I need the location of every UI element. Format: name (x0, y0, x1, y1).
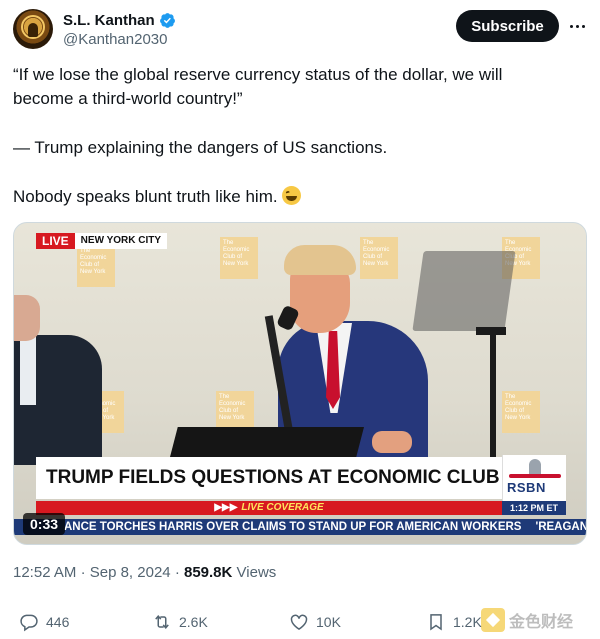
tweet-line-2: become a third-world country!” (13, 89, 243, 108)
tweet-date[interactable]: Sep 8, 2024 (90, 564, 171, 581)
ticker-item: ANCE TORCHES HARRIS OVER CLAIMS TO STAND… (64, 521, 522, 533)
author-handle[interactable]: @Kanthan2030 (63, 31, 167, 48)
network-logo: RSBN (502, 455, 566, 501)
tweet-line-3: — Trump explaining the dangers of US san… (13, 138, 388, 157)
more-dot (581, 24, 585, 28)
broadcast-clock: 1:12 PM ET (502, 501, 566, 515)
location-tag: NEW YORK CITY (74, 233, 168, 249)
watermark-logo-icon (481, 608, 505, 632)
left-figure-shirt (20, 335, 36, 405)
network-swoosh (509, 474, 561, 478)
tweet-time[interactable]: 12:52 AM (13, 564, 76, 581)
podium (170, 427, 364, 457)
author-name[interactable]: S.L. Kanthan (63, 12, 155, 29)
teleprompter-pole (490, 331, 496, 461)
tweet-meta: 12:52 AM · Sep 8, 2024 · 859.8K Views (13, 563, 276, 583)
bookmark-button[interactable]: 1.2K (426, 609, 482, 635)
backdrop-sign: The Economic Club of New York (502, 391, 540, 433)
news-ticker: ANCE TORCHES HARRIS OVER CLAIMS TO STAND… (14, 519, 587, 535)
tweet-text: “If we lose the global reserve currency … (13, 63, 573, 209)
subscribe-button[interactable]: Subscribe (456, 10, 559, 42)
live-coverage-label: LIVE COVERAGE (241, 502, 324, 513)
backdrop-sign: The Economic Club of New York (77, 245, 115, 287)
repost-icon (155, 615, 169, 629)
tweet-line-4-text: Nobody speaks blunt truth like him. (13, 187, 278, 206)
backdrop-sign: The Economic Club of New York (216, 391, 254, 433)
left-figure (14, 295, 102, 465)
tweet-header: S.L. Kanthan @Kanthan2030 Subscribe (13, 8, 587, 54)
reply-icon (20, 614, 38, 632)
speaker-hair (284, 245, 356, 275)
like-button[interactable]: 10K (289, 609, 341, 635)
meta-separator: · (80, 564, 86, 581)
meta-separator: · (174, 564, 180, 581)
more-dot (575, 24, 579, 28)
more-dot (569, 24, 573, 28)
live-tag: LIVE (36, 233, 75, 249)
reply-count: 446 (46, 614, 70, 630)
live-bug: LIVE NEW YORK CITY (36, 233, 168, 249)
avatar-figure (28, 23, 38, 37)
news-lower-third: TRUMP FIELDS QUESTIONS AT ECONOMIC CLUB … (36, 455, 566, 521)
ticker-item: 'REAGAN' B (535, 521, 587, 533)
bookmark-count: 1.2K (453, 614, 482, 630)
tweet-line-1: “If we lose the global reserve currency … (13, 65, 503, 84)
news-headline: TRUMP FIELDS QUESTIONS AT ECONOMIC CLUB … (36, 457, 506, 499)
video-timestamp: 0:33 (23, 513, 66, 535)
heart-icon (290, 614, 308, 630)
repost-button[interactable]: 2.6K (152, 609, 208, 635)
backdrop-sign: The Economic Club of New York (220, 237, 258, 279)
tweet-line-4: Nobody speaks blunt truth like him. (13, 185, 573, 209)
network-name: RSBN (507, 480, 546, 495)
author-avatar[interactable] (13, 9, 53, 49)
views-count: 859.8K (183, 564, 233, 581)
grinning-squinting-face-emoji (282, 186, 302, 205)
like-count: 10K (316, 614, 341, 630)
repost-count: 2.6K (179, 614, 208, 630)
bookmark-icon (430, 614, 442, 631)
speaker-hand (372, 431, 412, 453)
author-name-row: S.L. Kanthan (63, 10, 176, 30)
site-watermark: 金色财经 (481, 604, 593, 636)
video-player[interactable]: The Economic Club of New York The Econom… (13, 222, 587, 545)
more-options-icon[interactable] (566, 16, 588, 36)
verified-badge-icon (159, 12, 175, 28)
left-figure-head (14, 295, 40, 341)
live-coverage-arrows: ▶▶▶ (214, 502, 238, 513)
watermark-text: 金色财经 (509, 614, 574, 631)
views-label: Views (236, 564, 277, 581)
live-coverage-bar: ▶▶▶ LIVE COVERAGE (36, 501, 502, 515)
reply-button[interactable]: 446 (19, 609, 69, 635)
